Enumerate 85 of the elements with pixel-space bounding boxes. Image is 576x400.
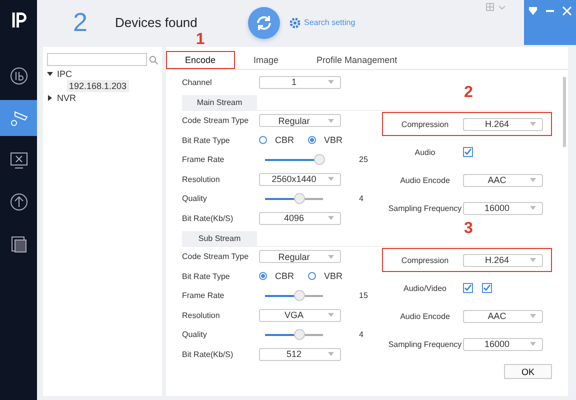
tab[interactable]: Profile Management (298, 51, 416, 69)
field-label: Frame Rate (182, 291, 226, 300)
field-label: Quality (182, 330, 208, 340)
slider-value: 4 (359, 194, 364, 204)
settings-icon[interactable] (289, 16, 301, 28)
field-label: Sampling Frequency (387, 340, 463, 348)
section-header: Main Stream (182, 95, 257, 110)
close-icon[interactable] (562, 6, 572, 16)
tree-item[interactable]: 192.168.1.203 (67, 80, 129, 92)
slider-value: 25 (359, 155, 368, 164)
field-label: Code Stream Type (182, 116, 250, 126)
field-label: Bit Rate Type (182, 272, 231, 281)
radio-option[interactable]: VBR (308, 271, 343, 282)
up-arrow-circle-icon[interactable] (8, 192, 28, 212)
refresh-button[interactable] (248, 6, 280, 38)
checkbox[interactable] (482, 283, 492, 293)
caret-icon (328, 118, 334, 123)
field-label: Bit Rate(Kb/S) (182, 350, 234, 359)
ok-button[interactable]: OK (504, 364, 552, 379)
dropdown[interactable]: 16000 (463, 338, 543, 350)
radio-option[interactable]: CBR (259, 271, 294, 282)
field-label: Resolution (182, 174, 221, 184)
dropdown[interactable]: Regular (259, 114, 341, 128)
checkbox[interactable] (463, 147, 473, 157)
field-label: Sampling Frequency (387, 204, 463, 212)
field-label: Code Stream Type (182, 252, 250, 262)
checkbox[interactable] (463, 283, 473, 293)
dropdown[interactable]: H.264 (463, 254, 543, 266)
search-icon[interactable] (149, 54, 158, 66)
dropdown[interactable]: H.264 (463, 118, 543, 130)
scrollbar[interactable] (563, 77, 566, 147)
shield-icon[interactable] (528, 6, 538, 16)
annotation-number: 3 (464, 220, 473, 238)
caret-icon (328, 216, 334, 220)
caret-icon (530, 314, 536, 318)
section-header: Sub Stream (182, 231, 257, 246)
caret-icon (530, 342, 536, 346)
dropdown[interactable]: Regular (259, 250, 341, 264)
field-label: Frame Rate (182, 155, 226, 164)
field-label: Compression (400, 256, 450, 264)
field-label: Bit Rate(Kb/S) (182, 214, 234, 223)
expander-icon[interactable] (47, 71, 53, 77)
ip-circle-icon[interactable] (8, 66, 28, 86)
caret-icon (530, 258, 536, 262)
tree-item[interactable]: NVR (47, 92, 158, 104)
caret-icon (328, 352, 334, 356)
caret-icon (530, 122, 536, 126)
tree-item[interactable]: IPC (47, 68, 158, 80)
caret-icon (328, 313, 334, 318)
field-label: Audio Encode (399, 312, 451, 320)
field-label: Resolution (182, 310, 221, 320)
caret-icon (530, 206, 536, 210)
dropdown[interactable]: 16000 (463, 202, 543, 214)
dropdown[interactable]: AAC (463, 174, 543, 186)
dropdown[interactable]: 2560x1440 (259, 172, 341, 186)
tab[interactable]: Encode (166, 51, 235, 69)
header-title: Devices found (115, 15, 198, 30)
radio-option[interactable]: CBR (259, 135, 294, 146)
field-label: Audio (414, 148, 436, 156)
field-label: Channel (182, 78, 213, 86)
annotation-number: 2 (464, 84, 473, 102)
caret-icon (328, 80, 334, 84)
caret-icon (530, 178, 536, 182)
expander-icon[interactable] (47, 95, 53, 101)
annotation-number: 1 (196, 31, 205, 49)
slider-value: 15 (359, 291, 368, 300)
dropdown[interactable]: VGA (259, 308, 341, 322)
field-label: Audio Encode (399, 176, 451, 184)
dropdown[interactable]: 1 (259, 76, 341, 88)
search-field[interactable] (47, 53, 147, 66)
tab[interactable]: Image (234, 51, 298, 69)
slider-value: 4 (359, 330, 364, 340)
field-label: Quality (182, 194, 208, 204)
dropdown[interactable]: 4096 (259, 212, 341, 225)
radio-option[interactable]: VBR (308, 135, 343, 146)
monitor-tools-icon[interactable] (8, 150, 28, 170)
field-label: Audio/Video (402, 284, 448, 292)
device-count: 2 (73, 7, 88, 38)
caret-icon (328, 177, 334, 182)
field-label: Bit Rate Type (182, 136, 231, 145)
field-label: Compression (400, 120, 450, 128)
caret-icon (328, 254, 334, 259)
dropdown[interactable]: 512 (259, 348, 341, 361)
dropdown[interactable]: AAC (463, 310, 543, 322)
stacked-windows-icon[interactable] (8, 234, 28, 254)
